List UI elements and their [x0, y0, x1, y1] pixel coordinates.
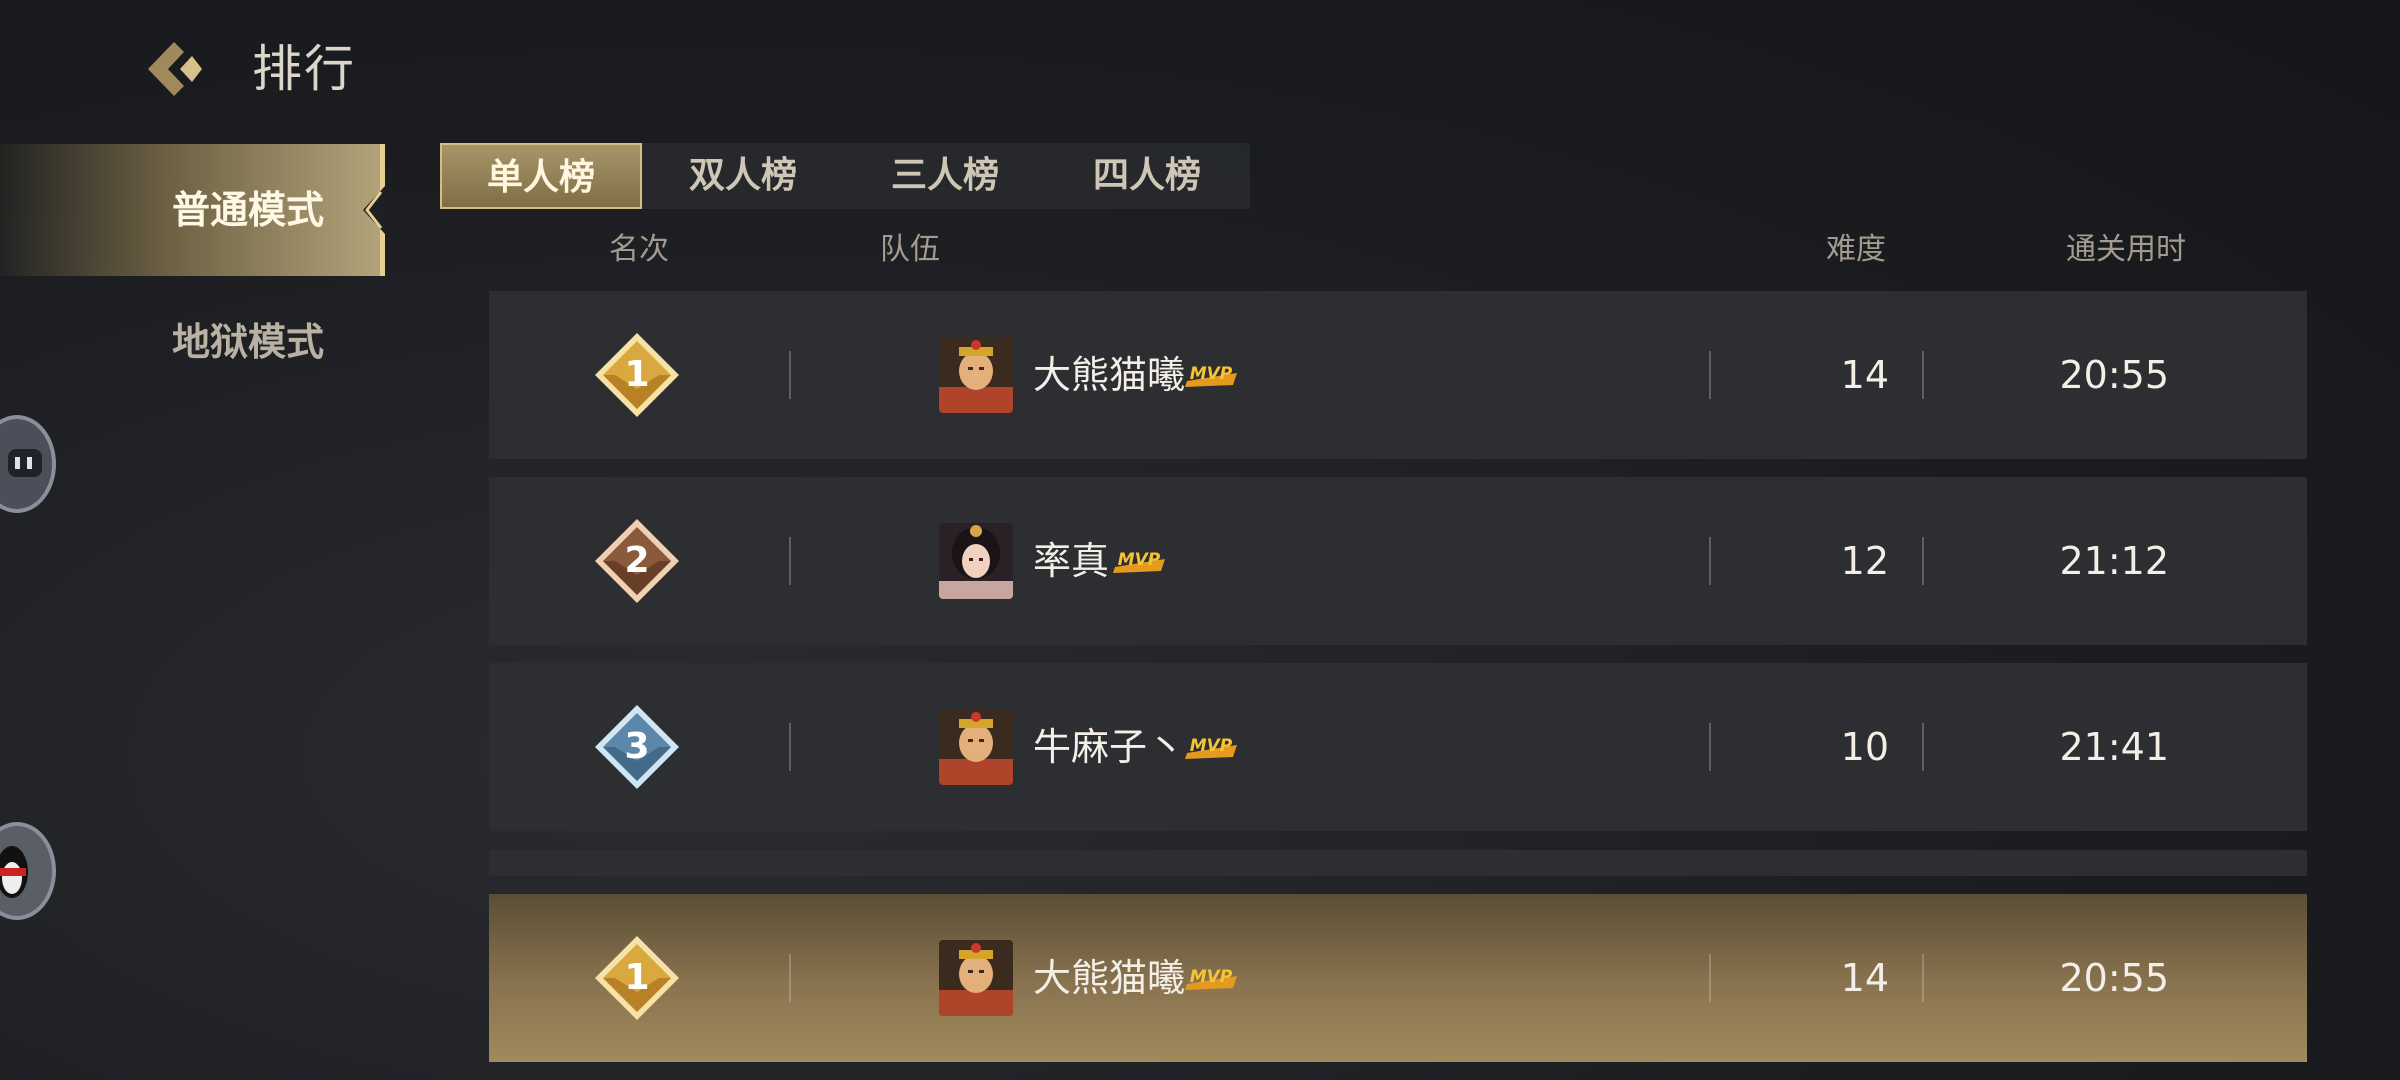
svg-text:MVP: MVP: [1190, 967, 1233, 987]
selection-notch-icon: [363, 186, 385, 234]
player-name: 大熊猫曦: [1033, 353, 1186, 397]
chat-bubble-icon: [8, 449, 42, 477]
monkey-king-avatar: [939, 709, 1013, 785]
back-button[interactable]: [140, 36, 210, 102]
sidebar-item-normal-mode[interactable]: 普通模式: [0, 144, 385, 276]
monkey-king-avatar: [939, 337, 1013, 413]
column-divider: [789, 537, 791, 585]
player-name: 大熊猫曦: [1033, 956, 1186, 1000]
mvp-badge: MVP: [1183, 731, 1239, 761]
column-divider: [789, 954, 791, 1002]
table-row[interactable]: 3 牛麻子丶 MVP 10 21:41: [489, 663, 2307, 831]
player-avatar[interactable]: [939, 940, 1013, 1016]
female-hero-avatar: [939, 523, 1013, 599]
tab-duo[interactable]: 双人榜: [642, 143, 844, 209]
svg-text:MVP: MVP: [1190, 736, 1233, 756]
column-divider: [1709, 537, 1711, 585]
column-divider: [1922, 537, 1924, 585]
rank-number: 2: [624, 540, 650, 581]
difficulty-value: 14: [1840, 353, 1889, 397]
column-header-difficulty: 难度: [1826, 232, 1886, 267]
rank-number: 1: [624, 354, 650, 395]
list-scroll-edge: [489, 850, 2307, 876]
player-name: 率真: [1033, 539, 1110, 583]
svg-text:MVP: MVP: [1118, 550, 1161, 570]
sidebar-item-label: 地狱模式: [171, 320, 324, 364]
mvp-icon: MVP: [1185, 364, 1237, 387]
table-row[interactable]: 1 大熊猫曦 MVP 14 20:55: [489, 291, 2307, 459]
difficulty-value: 14: [1840, 956, 1889, 1000]
player-avatar[interactable]: [939, 523, 1013, 599]
rank-number: 1: [624, 957, 650, 998]
player-avatar[interactable]: [939, 709, 1013, 785]
column-divider: [1709, 954, 1711, 1002]
column-header-rank: 名次: [609, 232, 669, 267]
rank-number: 3: [624, 726, 650, 767]
floating-assistant-button[interactable]: [0, 415, 56, 513]
column-divider: [1922, 351, 1924, 399]
mvp-icon: MVP: [1185, 967, 1237, 990]
clear-time-value: 20:55: [2059, 956, 2169, 1000]
column-divider: [1709, 723, 1711, 771]
player-name: 牛麻子丶: [1033, 725, 1186, 769]
mvp-icon: MVP: [1185, 736, 1237, 759]
svg-text:MVP: MVP: [1190, 364, 1233, 384]
mvp-icon: MVP: [1113, 550, 1165, 573]
column-header-clear-time: 通关用时: [2066, 232, 2186, 267]
leaderboard-tabs: 单人榜 双人榜 三人榜 四人榜: [440, 143, 1250, 209]
sidebar-item-label: 普通模式: [171, 188, 324, 232]
column-divider: [789, 723, 791, 771]
difficulty-value: 10: [1840, 725, 1889, 769]
clear-time-value: 20:55: [2059, 353, 2169, 397]
tab-solo[interactable]: 单人榜: [440, 143, 642, 209]
penguin-icon: [0, 846, 28, 898]
mvp-badge: MVP: [1111, 545, 1167, 575]
sidebar-item-hell-mode[interactable]: 地狱模式: [0, 276, 380, 408]
my-ranking-row[interactable]: 1 大熊猫曦 MVP 14 20:55: [489, 894, 2307, 1062]
mvp-badge: MVP: [1183, 359, 1239, 389]
clear-time-value: 21:12: [2059, 539, 2169, 583]
column-divider: [1922, 723, 1924, 771]
page-title: 排行: [252, 40, 356, 98]
tab-squad[interactable]: 四人榜: [1046, 143, 1248, 209]
column-header-team: 队伍: [880, 232, 940, 267]
difficulty-value: 12: [1840, 539, 1889, 583]
back-arrow-icon: [148, 42, 202, 96]
column-divider: [1922, 954, 1924, 1002]
table-row[interactable]: 2 率真 MVP 12 21:12: [489, 477, 2307, 645]
mvp-badge: MVP: [1183, 962, 1239, 992]
floating-qq-button[interactable]: [0, 822, 56, 920]
clear-time-value: 21:41: [2059, 725, 2169, 769]
tab-trio[interactable]: 三人榜: [844, 143, 1046, 209]
monkey-king-avatar: [939, 940, 1013, 1016]
column-divider: [1709, 351, 1711, 399]
column-divider: [789, 351, 791, 399]
player-avatar[interactable]: [939, 337, 1013, 413]
